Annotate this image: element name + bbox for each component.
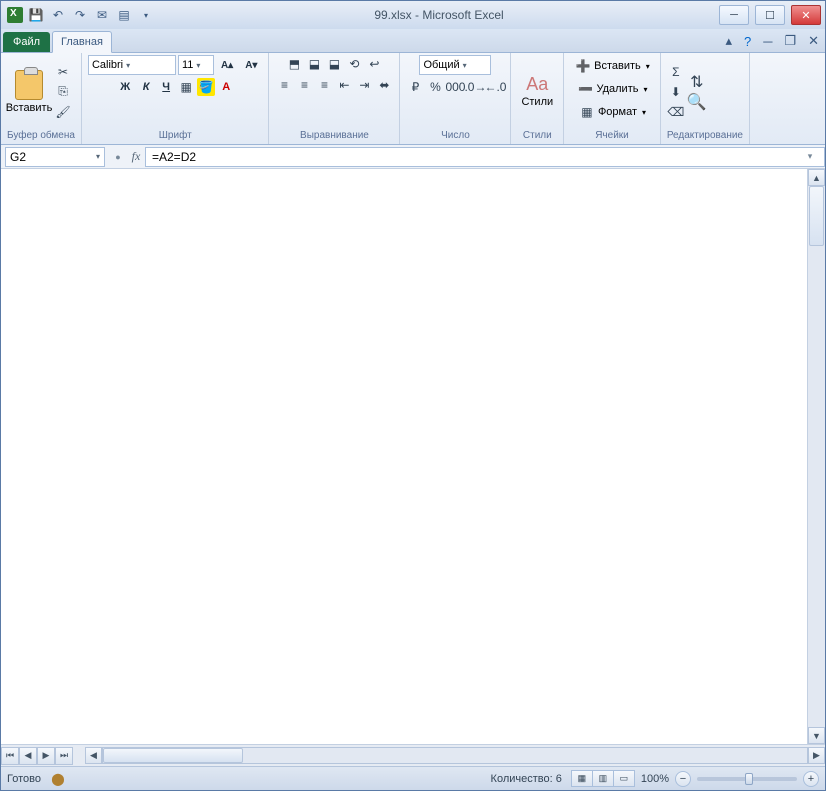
insert-cells-icon: ➕ bbox=[574, 57, 592, 75]
zoom-slider[interactable] bbox=[697, 777, 797, 781]
qat-mail-icon[interactable]: ✉ bbox=[93, 6, 111, 24]
number-format-select[interactable]: Общий▾ bbox=[419, 55, 491, 75]
macro-record-icon[interactable]: ⬤ bbox=[49, 770, 67, 788]
fill-color-icon[interactable]: 🪣 bbox=[197, 78, 215, 96]
status-ready: Готово bbox=[7, 773, 41, 785]
excel-icon bbox=[7, 7, 23, 23]
sort-filter-icon[interactable]: ⇅ bbox=[688, 73, 706, 91]
group-editing-label: Редактирование bbox=[667, 128, 743, 144]
paste-button[interactable]: Вставить bbox=[7, 68, 51, 116]
qat-undo-icon[interactable]: ↶ bbox=[49, 6, 67, 24]
tab-главная[interactable]: Главная bbox=[52, 31, 112, 53]
view-normal-icon[interactable]: ▦ bbox=[571, 770, 593, 787]
qat-save-icon[interactable]: 💾 bbox=[27, 6, 45, 24]
zoom-value: 100% bbox=[641, 773, 669, 785]
align-right-icon[interactable]: ≡ bbox=[315, 76, 333, 94]
help-icon[interactable]: ? bbox=[738, 31, 757, 52]
clear-icon[interactable]: ⌫ bbox=[667, 103, 685, 121]
grow-font-icon[interactable]: A▴ bbox=[216, 56, 238, 74]
cut-icon[interactable]: ✂ bbox=[54, 63, 72, 81]
fill-icon[interactable]: ⬇ bbox=[667, 83, 685, 101]
underline-button[interactable]: Ч bbox=[157, 78, 175, 96]
dec-decimal-icon[interactable]: ←.0 bbox=[486, 78, 504, 96]
merge-icon[interactable]: ⬌ bbox=[375, 76, 393, 94]
group-cells-label: Ячейки bbox=[570, 128, 654, 144]
workbook-restore-icon[interactable]: ❐ bbox=[778, 30, 802, 52]
maximize-button[interactable]: ☐ bbox=[755, 5, 785, 25]
ribbon-minimize-icon[interactable]: ▴ bbox=[719, 30, 738, 52]
orientation-icon[interactable]: ⟲ bbox=[345, 55, 363, 73]
styles-icon: Aa bbox=[528, 76, 546, 94]
qat-preview-icon[interactable]: ▤ bbox=[115, 6, 133, 24]
autosum-icon[interactable]: Σ bbox=[667, 63, 685, 81]
fx-icon[interactable]: fx bbox=[127, 149, 145, 164]
clipboard-icon bbox=[15, 70, 43, 100]
comma-icon[interactable]: 000 bbox=[446, 78, 464, 96]
currency-icon[interactable]: ₽ bbox=[406, 78, 424, 96]
group-styles-label: Стили bbox=[517, 128, 557, 144]
cells-delete-button[interactable]: ➖Удалить▾ bbox=[572, 78, 651, 100]
group-align-label: Выравнивание bbox=[275, 128, 393, 144]
group-font-label: Шрифт bbox=[88, 128, 263, 144]
font-color-icon[interactable]: A bbox=[217, 78, 235, 96]
formula-bar[interactable]: =A2=D2▾ bbox=[145, 147, 825, 167]
align-center-icon[interactable]: ≡ bbox=[295, 76, 313, 94]
indent-inc-icon[interactable]: ⇥ bbox=[355, 76, 373, 94]
cells-format-button[interactable]: ▦Формат▾ bbox=[574, 101, 650, 123]
sheet-nav-last-icon[interactable]: ⏭ bbox=[55, 747, 73, 765]
view-layout-icon[interactable]: ▥ bbox=[592, 770, 614, 787]
align-left-icon[interactable]: ≡ bbox=[275, 76, 293, 94]
scroll-up-icon[interactable]: ▲ bbox=[808, 169, 825, 186]
sheet-nav-next-icon[interactable]: ▶ bbox=[37, 747, 55, 765]
vertical-scrollbar[interactable]: ▲ ▼ bbox=[807, 169, 825, 744]
vscroll-thumb[interactable] bbox=[809, 186, 824, 246]
sheet-nav-first-icon[interactable]: ⏮ bbox=[1, 747, 19, 765]
workbook-min-icon[interactable]: ─ bbox=[757, 31, 778, 52]
view-pagebreak-icon[interactable]: ▭ bbox=[613, 770, 635, 787]
zoom-in-button[interactable]: + bbox=[803, 771, 819, 787]
window-title: 99.xlsx - Microsoft Excel bbox=[161, 8, 717, 22]
indent-dec-icon[interactable]: ⇤ bbox=[335, 76, 353, 94]
minimize-button[interactable]: ─ bbox=[719, 5, 749, 25]
workbook-close-icon[interactable]: ✕ bbox=[802, 30, 825, 52]
scroll-down-icon[interactable]: ▼ bbox=[808, 727, 825, 744]
ribbon-tab-strip: Файл Главная ▴ ? ─ ❐ ✕ bbox=[1, 29, 825, 53]
qat-customize-icon[interactable]: ▾ bbox=[137, 6, 155, 24]
tab-file[interactable]: Файл bbox=[3, 32, 50, 52]
wrap-text-icon[interactable]: ↩ bbox=[365, 55, 383, 73]
paste-label: Вставить bbox=[6, 102, 53, 114]
cells-insert-button[interactable]: ➕Вставить▾ bbox=[570, 55, 654, 77]
align-top-icon[interactable]: ⬒ bbox=[285, 55, 303, 73]
bold-button[interactable]: Ж bbox=[115, 78, 135, 96]
percent-icon[interactable]: % bbox=[426, 78, 444, 96]
name-box[interactable]: G2▾ bbox=[5, 147, 105, 167]
format-cells-icon: ▦ bbox=[578, 103, 596, 121]
styles-button[interactable]: Aa Стили bbox=[517, 74, 557, 110]
qat-redo-icon[interactable]: ↷ bbox=[71, 6, 89, 24]
group-number-label: Число bbox=[406, 128, 504, 144]
group-clipboard-label: Буфер обмена bbox=[7, 128, 75, 144]
status-count: Количество: 6 bbox=[491, 773, 562, 785]
delete-cells-icon: ➖ bbox=[576, 80, 594, 98]
close-button[interactable]: ✕ bbox=[791, 5, 821, 25]
scroll-right-icon[interactable]: ▶ bbox=[808, 747, 825, 764]
italic-button[interactable]: К bbox=[137, 78, 155, 96]
find-select-icon[interactable]: 🔍 bbox=[688, 93, 706, 111]
align-middle-icon[interactable]: ⬓ bbox=[305, 55, 323, 73]
align-bottom-icon[interactable]: ⬓ bbox=[325, 55, 343, 73]
ribbon: Вставить ✂ ⎘ 🖌 Буфер обмена Calibri▾ 11▾… bbox=[1, 53, 825, 145]
copy-icon[interactable]: ⎘ bbox=[54, 83, 72, 101]
font-name-select[interactable]: Calibri▾ bbox=[88, 55, 176, 75]
format-painter-icon[interactable]: 🖌 bbox=[54, 103, 72, 121]
inc-decimal-icon[interactable]: .0→ bbox=[466, 78, 484, 96]
scroll-left-icon[interactable]: ◀ bbox=[85, 747, 102, 764]
hscroll-thumb[interactable] bbox=[103, 748, 243, 763]
borders-icon[interactable]: ▦ bbox=[177, 78, 195, 96]
horizontal-scrollbar[interactable]: ◀ ▶ bbox=[85, 747, 825, 764]
bullet-icon: ● bbox=[109, 148, 127, 166]
shrink-font-icon[interactable]: A▾ bbox=[240, 56, 262, 74]
zoom-out-button[interactable]: − bbox=[675, 771, 691, 787]
font-size-select[interactable]: 11▾ bbox=[178, 55, 214, 75]
sheet-nav-prev-icon[interactable]: ◀ bbox=[19, 747, 37, 765]
